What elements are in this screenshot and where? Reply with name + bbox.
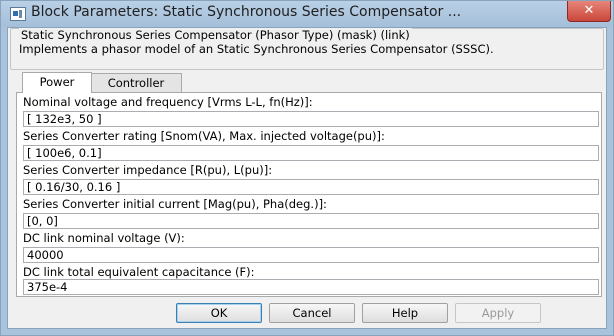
power-tab-panel: Nominal voltage and frequency [Vrms L-L,… xyxy=(16,92,602,297)
tab-power[interactable]: Power xyxy=(22,72,92,93)
mask-description: Implements a phasor model of an Static S… xyxy=(19,42,494,56)
title-bar[interactable]: Block Parameters: Static Synchronous Ser… xyxy=(1,1,613,27)
dialog-window: Block Parameters: Static Synchronous Ser… xyxy=(0,0,614,336)
dc-link-capacitance-field[interactable]: 375e-4 xyxy=(23,279,599,295)
converter-rating-label: Series Converter rating [Snom(VA), Max. … xyxy=(23,129,385,143)
initial-current-field[interactable]: [0, 0] xyxy=(23,213,599,229)
nominal-voltage-label: Nominal voltage and frequency [Vrms L-L,… xyxy=(23,95,313,109)
mask-description-group: Static Synchronous Series Compensator (P… xyxy=(10,28,604,70)
apply-button[interactable]: Apply xyxy=(455,303,541,323)
tab-controller[interactable]: Controller xyxy=(90,73,182,92)
mask-group-title: Static Synchronous Series Compensator (P… xyxy=(19,28,412,42)
converter-impedance-field[interactable]: [ 0.16/30, 0.16 ] xyxy=(23,179,599,195)
initial-current-label: Series Converter initial current [Mag(pu… xyxy=(23,197,327,211)
dc-link-voltage-field[interactable]: 40000 xyxy=(23,247,599,263)
help-button[interactable]: Help xyxy=(362,303,448,323)
dc-link-voltage-label: DC link nominal voltage (V): xyxy=(23,231,185,245)
converter-impedance-label: Series Converter impedance [R(pu), L(pu)… xyxy=(23,163,273,177)
cancel-button[interactable]: Cancel xyxy=(269,303,355,323)
dialog-client-area: Static Synchronous Series Compensator (P… xyxy=(7,27,607,329)
ok-button[interactable]: OK xyxy=(176,303,262,323)
block-parameters-icon xyxy=(10,7,26,21)
close-button[interactable]: ✕ xyxy=(567,1,611,22)
nominal-voltage-field[interactable]: [ 132e3, 50 ] xyxy=(23,111,599,127)
window-title: Block Parameters: Static Synchronous Ser… xyxy=(31,4,462,20)
converter-rating-field[interactable]: [ 100e6, 0.1] xyxy=(23,145,599,161)
dc-link-capacitance-label: DC link total equivalent capacitance (F)… xyxy=(23,265,255,279)
